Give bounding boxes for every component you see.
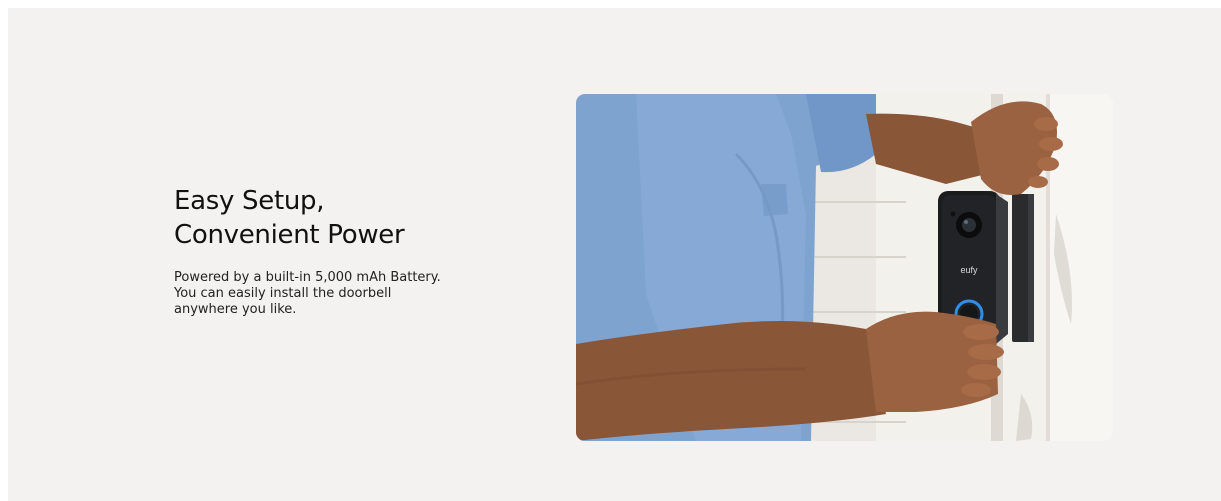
feature-headline: Easy Setup, Convenient Power xyxy=(174,184,494,252)
description-line-3: anywhere you like. xyxy=(174,302,297,317)
device-brand-label: eufy xyxy=(960,265,978,275)
feature-section: Easy Setup, Convenient Power Powered by … xyxy=(8,8,1221,501)
description-line-1: Powered by a built-in 5,000 mAh Battery. xyxy=(174,270,441,285)
headline-line-1: Easy Setup, xyxy=(174,186,325,216)
doorbell-install-photo: eufy xyxy=(576,94,1113,441)
feature-text: Easy Setup, Convenient Power Powered by … xyxy=(174,184,494,318)
headline-line-2: Convenient Power xyxy=(174,220,405,250)
feature-description: Powered by a built-in 5,000 mAh Battery.… xyxy=(174,270,494,318)
description-line-2: You can easily install the doorbell xyxy=(174,286,392,301)
